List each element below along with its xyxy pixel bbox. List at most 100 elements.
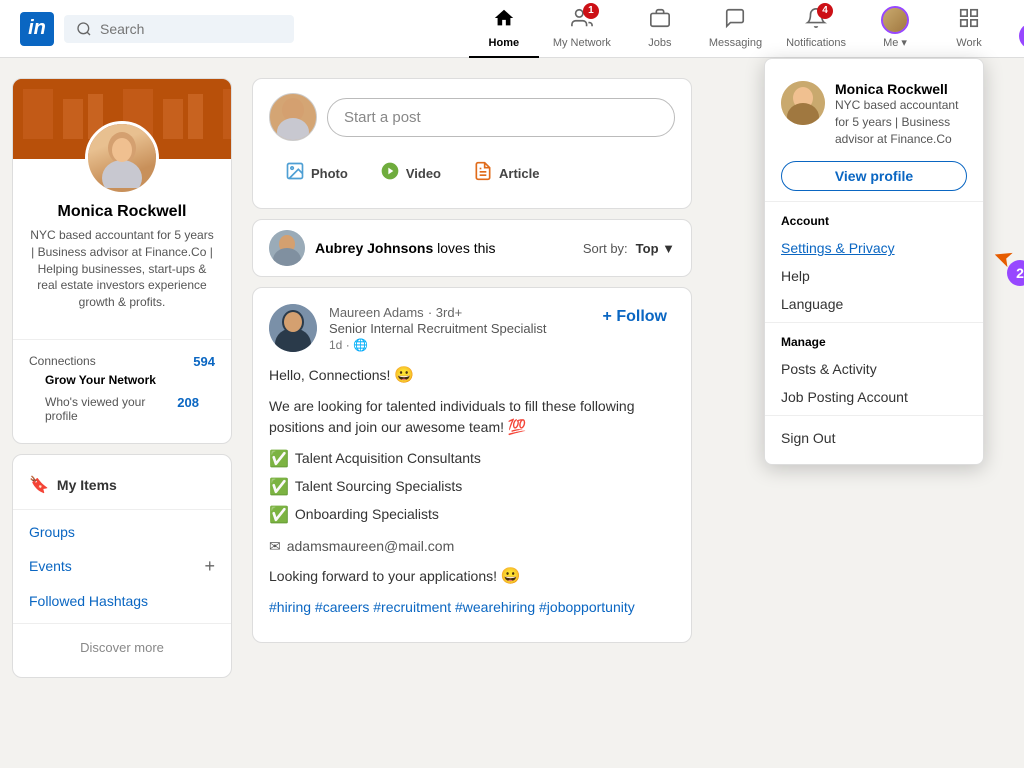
linkedin-logo[interactable]: in (20, 12, 54, 46)
connections-label: Connections (29, 354, 96, 369)
events-label: Events (29, 558, 72, 574)
nav-label-jobs: Jobs (648, 37, 671, 49)
follow-button[interactable]: + Follow (595, 304, 675, 330)
profile-stats: Connections 594 Grow Your Network Who's … (13, 339, 231, 443)
sidebar-my-items[interactable]: 🔖 My Items (13, 467, 231, 503)
me-avatar-nav (881, 6, 909, 34)
viewed-row[interactable]: Who's viewed your profile 208 (29, 391, 215, 433)
post-input-row: Start a post (269, 93, 675, 141)
video-action[interactable]: Video (364, 153, 457, 194)
degree-indicator: · 3rd+ (428, 305, 462, 320)
post-author-avatar[interactable] (269, 304, 317, 352)
viewed-value: 208 (177, 395, 199, 423)
video-label: Video (406, 166, 441, 181)
job-posting-item[interactable]: Job Posting Account (765, 383, 983, 411)
dropdown-user-name: Monica Rockwell (835, 81, 967, 97)
home-icon (493, 7, 515, 35)
search-input[interactable] (100, 21, 282, 37)
post-greeting: Hello, Connections! 😀 (269, 364, 675, 388)
sidebar-hashtags[interactable]: Followed Hashtags (13, 585, 231, 617)
article-action[interactable]: Article (457, 153, 555, 194)
post-closing: Looking forward to your applications! 😀 (269, 565, 675, 589)
sign-out-item[interactable]: Sign Out (765, 424, 983, 452)
groups-label: Groups (29, 524, 75, 540)
loves-name: Aubrey Johnsons (315, 240, 433, 256)
profile-desc: NYC based accountant for 5 years | Busin… (29, 227, 215, 311)
post-positions: ✅Talent Acquisition Consultants ✅Talent … (269, 448, 675, 528)
profile-name: Monica Rockwell (29, 203, 215, 221)
post-user-avatar (269, 93, 317, 141)
sort-select[interactable]: Top ▼ (636, 241, 675, 256)
network-badge: 1 (583, 3, 599, 19)
nav-item-messaging[interactable]: Messaging (699, 0, 772, 58)
photo-label: Photo (311, 166, 348, 181)
post-box: Start a post Photo Video (252, 78, 692, 209)
loves-avatar (269, 230, 305, 266)
me-dropdown: Monica Rockwell NYC based accountant for… (764, 58, 984, 465)
settings-privacy-item[interactable]: Settings & Privacy (765, 234, 983, 262)
post-body: Hello, Connections! 😀 We are looking for… (269, 364, 675, 618)
notifications-badge: 4 (817, 3, 833, 19)
nav-item-me[interactable]: Me ▾ (860, 0, 930, 58)
nav-item-network[interactable]: 1 My Network (543, 0, 621, 58)
dropdown-user-info: Monica Rockwell NYC based accountant for… (835, 81, 967, 147)
nav-label-work: Work (956, 37, 981, 49)
loves-action: loves this (437, 240, 495, 256)
profile-card: Monica Rockwell NYC based accountant for… (12, 78, 232, 444)
bookmark-icon: 🔖 (29, 475, 49, 495)
nav-label-notifications: Notifications (786, 37, 846, 49)
post-header: Maureen Adams · 3rd+ Senior Internal Rec… (269, 304, 675, 352)
plus-icon: + (204, 556, 215, 577)
sidebar-events[interactable]: Events + (13, 548, 231, 585)
posts-activity-item[interactable]: Posts & Activity (765, 355, 983, 383)
main-nav: Home 1 My Network Jobs Messaging (469, 0, 1004, 58)
post-author-name[interactable]: Maureen Adams · 3rd+ (329, 304, 583, 321)
hashtags-label: Followed Hashtags (29, 593, 148, 609)
orange-arrow-container: ➤ (993, 243, 1013, 272)
notifications-icon: 4 (805, 7, 827, 35)
messaging-icon (724, 7, 746, 35)
nav-label-messaging: Messaging (709, 37, 762, 49)
nav-item-notifications[interactable]: 4 Notifications (776, 0, 856, 58)
sidebar-groups[interactable]: Groups (13, 516, 231, 548)
sort-controls: Sort by: Top ▼ (506, 241, 676, 256)
manage-section-title: Manage (765, 331, 983, 355)
post-hashtags[interactable]: #hiring #careers #recruitment #wearehiri… (269, 597, 675, 618)
connections-row[interactable]: Connections 594 (29, 350, 215, 373)
header: in Home 1 My Network Jobs (0, 0, 1024, 58)
loves-text: Aubrey Johnsons loves this (315, 240, 496, 256)
my-items-label: My Items (57, 477, 117, 493)
grow-network[interactable]: Grow Your Network (29, 373, 215, 391)
start-post-input[interactable]: Start a post (327, 98, 675, 137)
nav-label-me: Me ▾ (883, 36, 907, 49)
account-section-title: Account (765, 210, 983, 234)
jobs-icon (649, 7, 671, 35)
sidebar: Monica Rockwell NYC based accountant for… (12, 78, 232, 678)
post-author-title: Senior Internal Recruitment Specialist (329, 321, 583, 336)
post-meta: 1d · 🌐 (329, 338, 583, 352)
video-icon (380, 161, 400, 186)
article-icon (473, 161, 493, 186)
view-profile-button[interactable]: View profile (781, 161, 967, 191)
profile-avatar[interactable] (85, 121, 159, 195)
dropdown-user-desc: NYC based accountant for 5 years | Busin… (835, 97, 967, 147)
viewed-label: Who's viewed your profile (45, 395, 177, 423)
help-item[interactable]: Help (765, 262, 983, 290)
loves-bar: Aubrey Johnsons loves this Sort by: Top … (252, 219, 692, 277)
language-item[interactable]: Language (765, 290, 983, 318)
search-bar[interactable] (64, 15, 294, 43)
nav-item-home[interactable]: Home (469, 0, 539, 58)
main-feed: Start a post Photo Video (252, 78, 692, 678)
post-card: Maureen Adams · 3rd+ Senior Internal Rec… (252, 287, 692, 643)
profile-banner (13, 79, 231, 159)
photo-action[interactable]: Photo (269, 153, 364, 194)
nav-item-work[interactable]: Work (934, 0, 1004, 58)
nav-label-home: Home (489, 37, 520, 49)
nav-label-network: My Network (553, 37, 611, 49)
nav-item-jobs[interactable]: Jobs (625, 0, 695, 58)
post-email: ✉adamsmaureen@mail.com (269, 536, 675, 557)
discover-more[interactable]: Discover more (13, 630, 231, 665)
post-intro: We are looking for talented individuals … (269, 396, 675, 440)
post-user-info: Maureen Adams · 3rd+ Senior Internal Rec… (329, 304, 583, 352)
post-actions: Photo Video Article (269, 153, 675, 194)
